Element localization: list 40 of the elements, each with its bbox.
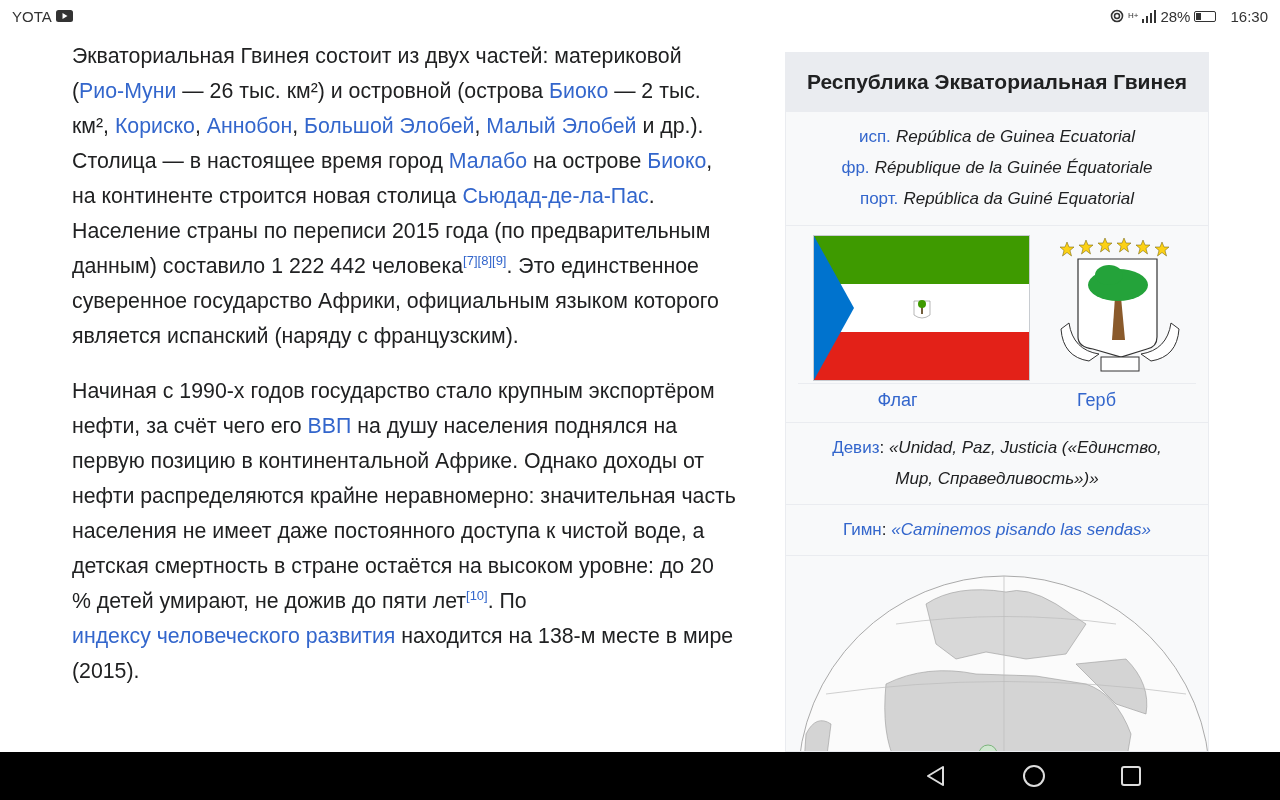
link[interactable]: Аннобон — [206, 114, 293, 138]
carrier-name: YOTA — [12, 7, 52, 25]
native-name: исп. República de Guinea Ecuatorial — [857, 126, 1137, 148]
reference-link[interactable]: [8] — [477, 252, 493, 268]
link[interactable]: Гимн — [842, 520, 882, 539]
home-icon[interactable] — [1022, 764, 1046, 788]
link[interactable]: Биоко — [647, 149, 707, 173]
reference-link[interactable]: [10] — [466, 587, 488, 603]
reference-link[interactable]: [9] — [492, 252, 507, 268]
link[interactable]: Девиз — [832, 438, 880, 457]
image-caption-link[interactable]: Герб — [997, 386, 1196, 414]
hotspot-icon — [1109, 9, 1124, 23]
infobox-title: Республика Экваториальная Гвинея — [786, 53, 1208, 111]
motto-text: Девиз: «Unidad, Paz, Justicia («Единство, Мир, Справедливость»)» — [786, 422, 1208, 504]
clock: 16:30 — [1230, 7, 1268, 25]
link[interactable]: Малабо — [448, 149, 527, 173]
link[interactable]: индексу человеческого развития — [72, 624, 396, 648]
native-name: порт. República da Guiné Equatorial — [858, 188, 1136, 210]
reference-link[interactable]: [7] — [463, 252, 478, 268]
recent-apps-icon[interactable] — [1120, 765, 1142, 787]
play-icon — [55, 10, 73, 22]
battery-percent: 28% — [1160, 7, 1191, 25]
link[interactable]: Рио-Муни — [79, 79, 177, 103]
image-caption-link[interactable]: Флаг — [798, 386, 997, 414]
battery-icon — [1194, 10, 1217, 22]
link[interactable]: ВВП — [307, 414, 352, 438]
link[interactable]: Большой Элобей — [304, 114, 475, 138]
link[interactable]: Кориско — [114, 114, 195, 138]
link[interactable]: фр. — [841, 158, 870, 177]
article-paragraph: Начиная с 1990-х годов государство стало крупным экспортёром нефти, за счёт чего его ВВП на душу населения поднялся на первую позицию в континентальной Африке. Однако доходы от нефти распределяются крайне неравномерно: значительная часть населения не имеет даже постоянного доступа к чистой воде, а детская смертность в стране остаётся на высоком уровне: до 20 % детей умирают, не дожив до пяти лет$^{[10]}$. По индексу человеческого развития находится на 138-м месте в мире (2015). — [72, 378, 736, 685]
link[interactable]: Сьюдад-де-ла-Пас — [462, 184, 649, 208]
link[interactable]: Малый Элобей — [486, 114, 637, 138]
link[interactable]: «Caminemos pisando las sendas» — [891, 520, 1152, 539]
signal-icon — [1142, 9, 1157, 23]
native-name: фр. République de la Guinée Équatoriale — [840, 157, 1154, 179]
anthem-text: Гимн: «Caminemos pisando las sendas» — [786, 504, 1208, 555]
network-type: H+ — [1127, 12, 1139, 20]
link[interactable]: исп. — [858, 127, 891, 146]
link[interactable]: порт. — [859, 189, 899, 208]
link[interactable]: Биоко — [549, 79, 609, 103]
